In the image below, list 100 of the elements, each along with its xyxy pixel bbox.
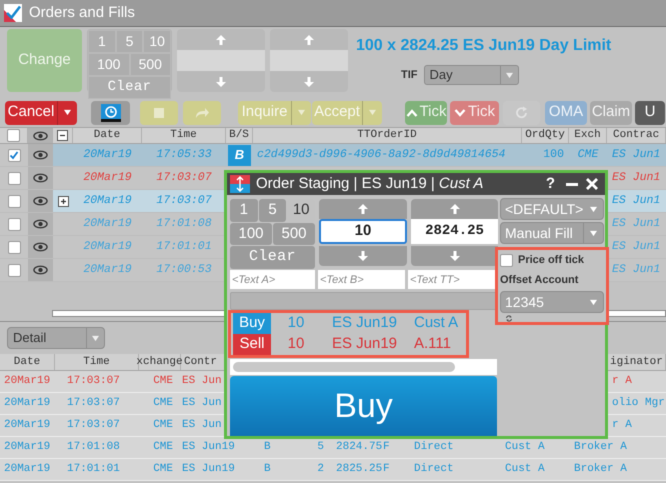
table-cell-text: 17:01:08 [156, 216, 212, 232]
text-field[interactable]: <Text A> [230, 270, 315, 290]
column-header[interactable]: Time [170, 127, 197, 144]
dropdown[interactable]: Manual Fill [500, 222, 604, 244]
keypad-key[interactable]: Clear [88, 76, 171, 99]
tif-dropdown[interactable]: Day [424, 65, 518, 85]
dialog-title: Order Staging | ES Jun19 | Cust A [256, 174, 484, 194]
table-cell-text: 17:01:01 [67, 462, 120, 478]
expand-icon[interactable] [58, 196, 68, 206]
column-header[interactable]: B/S [229, 127, 249, 144]
price-field[interactable]: 2824.25 [411, 219, 498, 244]
caret-icon [297, 109, 306, 116]
eye-icon[interactable] [33, 173, 48, 183]
caret-icon [91, 334, 100, 342]
eye-icon[interactable] [33, 196, 48, 206]
horizontal-scrollbar[interactable] [230, 359, 497, 375]
column-header[interactable]: OrdQty [525, 127, 565, 144]
checkbox[interactable] [8, 218, 20, 230]
step-down-button[interactable] [411, 246, 498, 266]
checkbox[interactable] [8, 264, 20, 276]
history-icon [100, 104, 120, 122]
up-arrow-icon [215, 34, 227, 46]
quantity-field[interactable]: 10 [319, 219, 407, 244]
redo-icon [194, 106, 210, 118]
input-field[interactable] [270, 50, 348, 71]
account-dropdown[interactable]: 12345 [500, 291, 604, 313]
table-cell-text: 20Mar19 [4, 418, 50, 434]
checkbox-icon[interactable] [4, 4, 22, 22]
checkbox[interactable] [8, 148, 20, 162]
column-header[interactable]: iginator [610, 354, 663, 370]
table-cell-text: 2825.25 [336, 462, 382, 478]
column-header[interactable]: Date [14, 354, 40, 370]
checkbox[interactable] [8, 240, 20, 254]
down-arrow-icon [215, 76, 227, 88]
table-cell-text: 17:03:07 [67, 396, 120, 412]
table-cell-text: 20Mar19 [83, 147, 132, 164]
table-row[interactable]: 20Mar19 17:05:33 B c2d499d3-d996-4906-8a92-8d9d49814654 100 CME ES Jun1 [0, 144, 666, 167]
table-cell-text: CME [153, 462, 173, 478]
refresh-icon[interactable] [503, 315, 515, 322]
column-header[interactable]: Contr [184, 354, 218, 370]
column-header[interactable]: Date [94, 127, 120, 144]
column-header[interactable]: Time [83, 354, 110, 370]
checkbox[interactable] [8, 194, 20, 208]
stop-icon [153, 106, 165, 118]
table-cell-text: 20Mar19 [4, 396, 50, 412]
table-cell-text: 5 [317, 440, 324, 456]
table-cell-text: B [264, 440, 271, 456]
table-cell-text: ES Jun1 [612, 170, 660, 186]
preview-text: Cust A [413, 313, 458, 334]
caret-icon [63, 109, 72, 116]
text-field[interactable]: <Text B> [318, 270, 405, 290]
table-cell-text: ES Jun1 [612, 216, 660, 232]
dropdown[interactable]: <DEFAULT> [500, 198, 604, 220]
keypad-key[interactable]: 1 [230, 199, 258, 222]
keypad-key[interactable]: 5 [258, 199, 286, 222]
step-up-button[interactable] [319, 199, 407, 219]
checkbox[interactable] [500, 254, 513, 267]
table-cell-text: Direct [414, 462, 454, 478]
table-cell-text: ES Jun [182, 374, 222, 390]
text-field[interactable]: <Text TT> [408, 270, 495, 290]
keypad-key[interactable]: 1 [88, 30, 116, 53]
keypad-key[interactable]: 500 [130, 53, 171, 76]
keypad-key[interactable]: 10 [143, 30, 172, 53]
preview-text: 10 [286, 313, 306, 334]
keypad-key[interactable]: 100 [230, 222, 272, 245]
eye-icon[interactable] [33, 265, 48, 275]
toolbar-button[interactable] [91, 100, 130, 124]
input-field[interactable] [177, 50, 265, 71]
preview-text: 10 [286, 334, 306, 354]
input-field[interactable] [230, 292, 497, 310]
step-down-button[interactable] [319, 246, 407, 266]
help-button[interactable]: ? [546, 172, 555, 196]
buy-button[interactable]: Buy [230, 376, 497, 436]
column-header[interactable]: Contrac [613, 127, 660, 144]
column-header[interactable]: xchange [136, 354, 183, 370]
change-button[interactable]: Change [7, 29, 82, 92]
close-icon[interactable] [585, 177, 599, 191]
eye-icon[interactable] [32, 130, 48, 140]
refresh-icon [514, 106, 528, 120]
split-button[interactable]: Cancel [5, 100, 77, 124]
view-dropdown[interactable]: Detail [7, 327, 105, 349]
keypad-key[interactable]: 100 [88, 53, 130, 76]
collapse-icon[interactable] [57, 130, 68, 141]
eye-icon[interactable] [33, 150, 48, 160]
checkbox[interactable] [7, 129, 20, 142]
column-header[interactable]: Exch [574, 127, 601, 144]
column-header[interactable]: TTOrderID [357, 127, 417, 144]
eye-icon[interactable] [33, 219, 48, 229]
table-cell-text: 17:03:07 [156, 193, 212, 210]
table-cell-text: 17:00:53 [156, 262, 212, 278]
checkbox[interactable] [8, 172, 20, 184]
step-up-button[interactable] [411, 199, 498, 219]
table-cell-text: F [383, 440, 390, 456]
table-cell-text: c2d499d3-d996-4906-8a92-8d9d49814654 [257, 147, 506, 164]
keypad-key[interactable]: 500 [273, 222, 315, 245]
keypad-key[interactable]: Clear [230, 246, 315, 268]
table-cell-text: 17:01:08 [67, 440, 120, 456]
eye-icon[interactable] [33, 242, 48, 252]
keypad-key[interactable]: 5 [116, 30, 144, 53]
toolbar-button[interactable]: U [635, 100, 665, 124]
